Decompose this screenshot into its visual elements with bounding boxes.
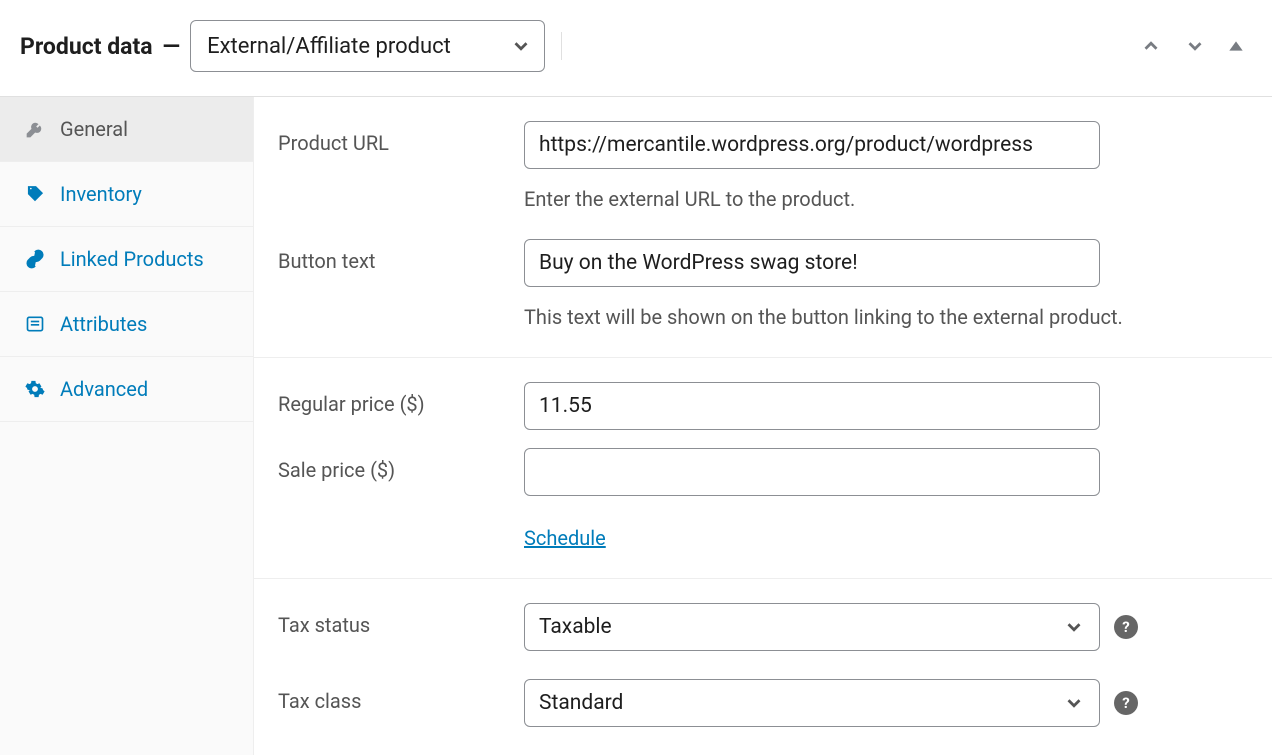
product-url-input[interactable] — [524, 121, 1100, 169]
collapse-triangle-icon[interactable] — [1228, 38, 1244, 54]
list-icon — [24, 313, 46, 335]
tax-class-select[interactable]: Standard — [524, 679, 1100, 727]
sidebar-item-label: General — [60, 117, 128, 141]
product-data-tabs: General Inventory Linked Products Attrib… — [0, 97, 254, 755]
product-type-select[interactable]: External/Affiliate product — [190, 20, 545, 72]
help-icon[interactable]: ? — [1114, 691, 1138, 715]
group-pricing: Regular price ($) Sale price ($) Schedul… — [254, 358, 1272, 579]
label-tax-status: Tax status — [278, 603, 524, 637]
row-tax-status: Tax status Taxable ? — [278, 603, 1248, 651]
gear-icon — [24, 378, 46, 400]
chevron-down-icon[interactable] — [1184, 35, 1206, 57]
tab-content-general: Product URL Enter the external URL to th… — [254, 97, 1272, 755]
header-divider — [561, 32, 562, 60]
sidebar-item-label: Attributes — [60, 312, 147, 336]
chevron-down-icon — [1063, 692, 1085, 714]
panel-body: General Inventory Linked Products Attrib… — [0, 97, 1272, 755]
label-sale-price: Sale price ($) — [278, 448, 524, 482]
sidebar-item-general[interactable]: General — [0, 97, 253, 162]
panel-controls — [1140, 35, 1252, 57]
sidebar-item-label: Inventory — [60, 182, 142, 206]
sidebar-item-inventory[interactable]: Inventory — [0, 162, 253, 227]
row-button-text: Button text — [278, 239, 1248, 287]
wrench-icon — [24, 118, 46, 140]
regular-price-input[interactable] — [524, 382, 1100, 430]
row-product-url: Product URL — [278, 121, 1248, 169]
group-external: Product URL Enter the external URL to th… — [254, 97, 1272, 358]
schedule-link[interactable]: Schedule — [524, 526, 606, 550]
panel-header: Product data — External/Affiliate produc… — [0, 0, 1272, 97]
chevron-up-icon[interactable] — [1140, 35, 1162, 57]
help-button-text: This text will be shown on the button li… — [524, 305, 1248, 329]
tax-class-value: Standard — [539, 691, 623, 715]
label-button-text: Button text — [278, 239, 524, 273]
tax-status-value: Taxable — [539, 615, 612, 639]
label-tax-class: Tax class — [278, 679, 524, 713]
sidebar-item-linked-products[interactable]: Linked Products — [0, 227, 253, 292]
chevron-down-icon — [510, 35, 532, 57]
product-data-panel: Product data — External/Affiliate produc… — [0, 0, 1272, 755]
link-icon — [24, 248, 46, 270]
title-separator: — — [163, 33, 181, 60]
tag-icon — [24, 183, 46, 205]
help-icon[interactable]: ? — [1114, 615, 1138, 639]
row-sale-price: Sale price ($) — [278, 448, 1248, 496]
sidebar-item-label: Linked Products — [60, 247, 204, 271]
sidebar-item-advanced[interactable]: Advanced — [0, 357, 253, 422]
panel-title: Product data — [20, 33, 153, 60]
label-regular-price: Regular price ($) — [278, 382, 524, 416]
row-tax-class: Tax class Standard ? — [278, 679, 1248, 727]
label-product-url: Product URL — [278, 121, 524, 155]
product-type-value: External/Affiliate product — [207, 34, 451, 59]
button-text-input[interactable] — [524, 239, 1100, 287]
help-product-url: Enter the external URL to the product. — [524, 187, 1248, 211]
group-tax: Tax status Taxable ? Tax class — [254, 579, 1272, 755]
sidebar-item-label: Advanced — [60, 377, 148, 401]
row-regular-price: Regular price ($) — [278, 382, 1248, 430]
sidebar-item-attributes[interactable]: Attributes — [0, 292, 253, 357]
sale-price-input[interactable] — [524, 448, 1100, 496]
tax-status-select[interactable]: Taxable — [524, 603, 1100, 651]
chevron-down-icon — [1063, 616, 1085, 638]
